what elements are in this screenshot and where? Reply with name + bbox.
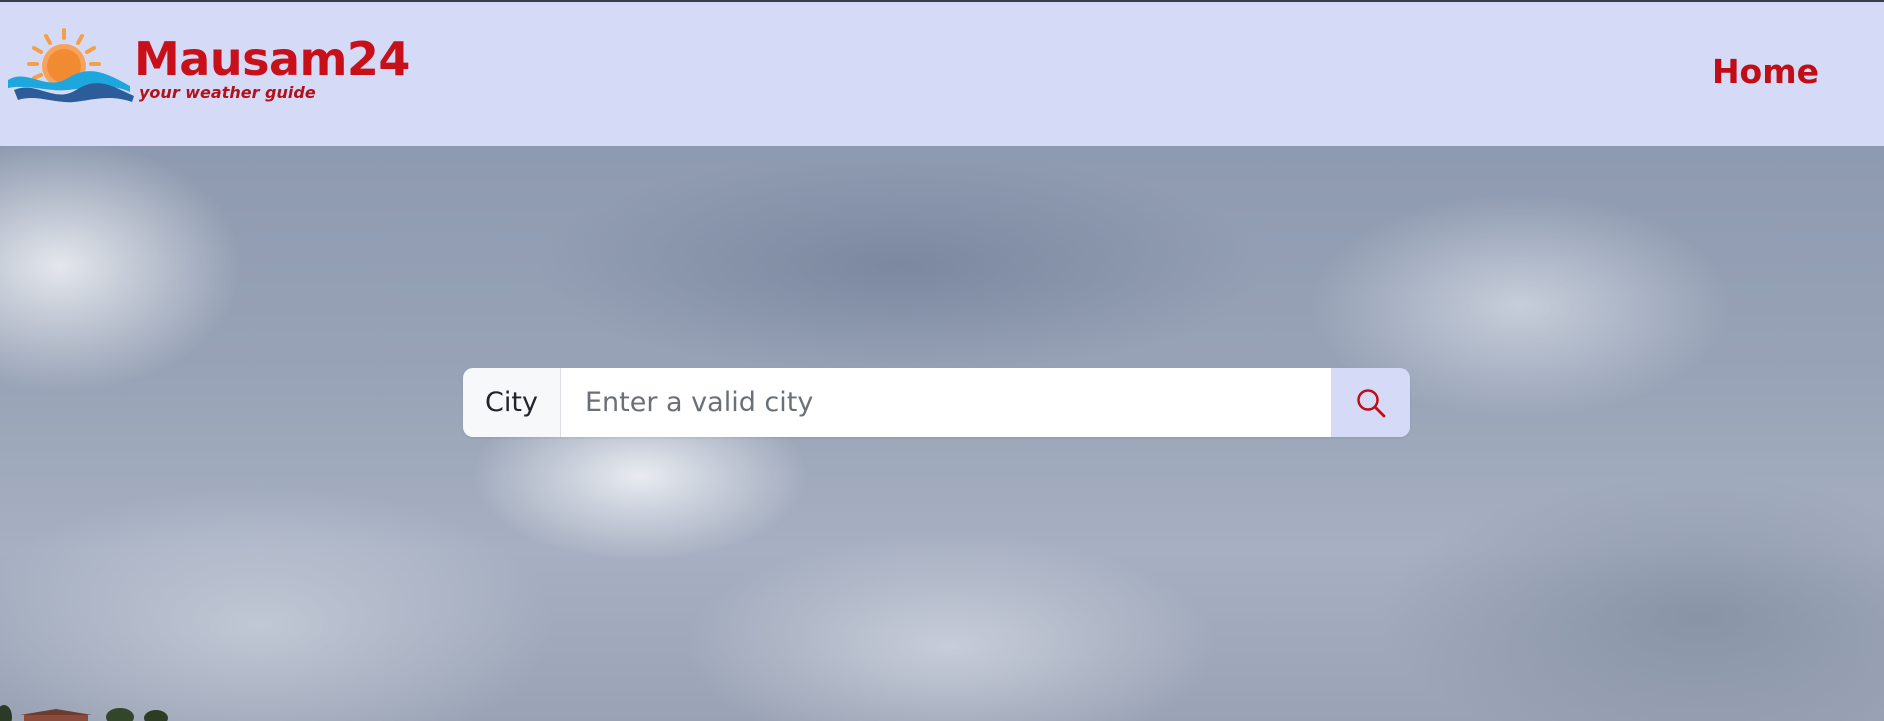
search-button[interactable]: [1331, 368, 1410, 437]
brand-name: Mausam24: [134, 32, 410, 86]
navbar: Mausam24 your weather guide Home: [0, 2, 1884, 146]
hero-sky-background: City: [0, 146, 1884, 721]
search-icon: [1356, 388, 1385, 417]
brand-tagline: your weather guide: [139, 83, 316, 102]
city-search-input[interactable]: [561, 368, 1331, 437]
city-search-group: City: [463, 368, 1410, 437]
city-label: City: [463, 368, 561, 437]
brand-logo[interactable]: Mausam24 your weather guide: [6, 28, 410, 108]
sun-over-waves-icon: [8, 28, 134, 103]
nav-home-link[interactable]: Home: [1712, 52, 1819, 92]
treeline-image: [0, 705, 168, 721]
